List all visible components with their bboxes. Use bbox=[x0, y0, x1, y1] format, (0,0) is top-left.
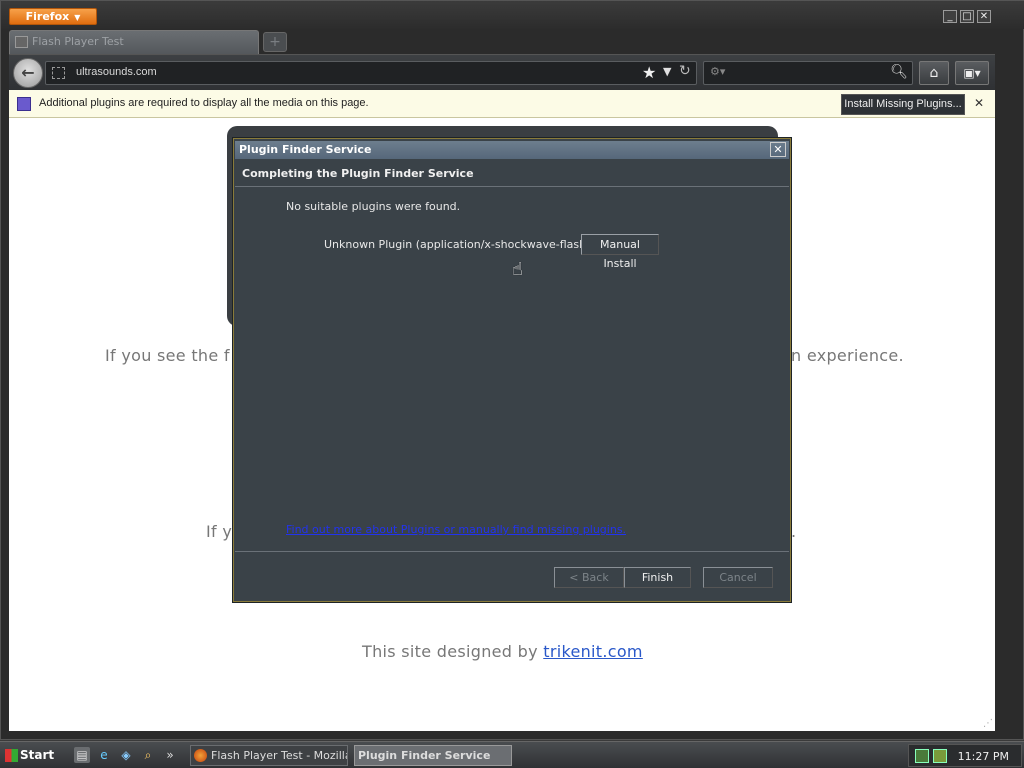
windows-logo-icon bbox=[5, 749, 18, 762]
system-tray: 11:27 PM bbox=[908, 744, 1022, 767]
manual-install-button[interactable]: Manual Install bbox=[581, 234, 659, 270]
taskbar: Start ▤ e ◈ ⌕ » Flash Player Test - Mozi… bbox=[0, 741, 1024, 768]
site-identity-icon[interactable] bbox=[52, 67, 65, 79]
back-arrow-icon: ← bbox=[21, 63, 35, 82]
cancel-button-disabled[interactable]: Cancel bbox=[703, 567, 773, 588]
tab-label: Flash Player Test bbox=[32, 35, 124, 48]
firefox-icon bbox=[194, 749, 207, 762]
reload-icon[interactable]: ↻ bbox=[679, 63, 691, 79]
search-engine-icon[interactable]: ⚙▾ bbox=[710, 65, 725, 78]
home-button[interactable]: ⌂ bbox=[919, 61, 949, 85]
dialog-divider bbox=[235, 551, 789, 552]
title-bar: Firefox ▼ _ □ ✕ bbox=[1, 1, 1024, 29]
show-desktop-icon[interactable]: ▤ bbox=[74, 747, 90, 763]
hand-cursor-icon: ☝ bbox=[512, 259, 523, 280]
new-tab-button[interactable]: + bbox=[263, 32, 287, 52]
page-text-line2-left: If y bbox=[206, 522, 233, 541]
home-icon: ⌂ bbox=[929, 65, 939, 81]
dialog-header: Completing the Plugin Finder Service bbox=[235, 161, 789, 187]
taskbar-item-firefox[interactable]: Flash Player Test - Mozilla... bbox=[190, 745, 348, 766]
tab-flash-player-test[interactable]: Flash Player Test bbox=[9, 30, 259, 54]
maximize-button[interactable]: □ bbox=[960, 10, 974, 23]
clock[interactable]: 11:27 PM bbox=[958, 750, 1009, 763]
minimize-button[interactable]: _ bbox=[943, 10, 957, 23]
dialog-heading: Completing the Plugin Finder Service bbox=[242, 167, 474, 180]
search-icon[interactable]: 🔍︎ bbox=[890, 64, 908, 80]
resize-grip-icon[interactable]: ⋰ bbox=[983, 718, 993, 729]
url-text: ultrasounds.com bbox=[76, 66, 157, 78]
no-plugins-message: No suitable plugins were found. bbox=[286, 200, 461, 213]
search-files-icon[interactable]: ⌕ bbox=[140, 747, 156, 763]
back-button-disabled[interactable]: < Back bbox=[554, 567, 624, 588]
notification-message: Additional plugins are required to displ… bbox=[39, 97, 369, 109]
tray-app-icon[interactable] bbox=[915, 749, 929, 763]
url-bar[interactable]: ultrasounds.com ★ ▼ ↻ bbox=[45, 61, 697, 85]
page-favicon-icon bbox=[15, 36, 28, 48]
close-window-button[interactable]: ✕ bbox=[977, 10, 991, 23]
tab-strip: Flash Player Test + bbox=[9, 30, 995, 54]
search-input[interactable]: ⚙▾ 🔍︎ bbox=[703, 61, 913, 85]
credit-link[interactable]: trikenit.com bbox=[543, 642, 643, 661]
site-credit: This site designed by trikenit.com bbox=[362, 642, 643, 661]
dialog-title-bar[interactable]: Plugin Finder Service ✕ bbox=[235, 141, 789, 159]
back-button[interactable]: ← bbox=[13, 58, 43, 88]
install-missing-plugins-button[interactable]: Install Missing Plugins... bbox=[841, 94, 965, 115]
page-text-line1-right: n experience. bbox=[791, 346, 904, 365]
firefox-menu-button[interactable]: Firefox ▼ bbox=[9, 8, 97, 25]
taskbar-item-plugin-finder[interactable]: Plugin Finder Service bbox=[354, 745, 512, 766]
bookmarks-icon: ▣▾ bbox=[963, 66, 981, 80]
dialog-close-button[interactable]: ✕ bbox=[770, 142, 786, 157]
dialog-title: Plugin Finder Service bbox=[239, 143, 372, 156]
navigation-toolbar: ← ultrasounds.com ★ ▼ ↻ ⚙▾ 🔍︎ ⌂ ▣▾ bbox=[9, 54, 995, 90]
plugin-notification-bar: Additional plugins are required to displ… bbox=[9, 90, 995, 118]
history-dropdown-icon[interactable]: ▼ bbox=[663, 65, 671, 78]
bookmarks-menu-button[interactable]: ▣▾ bbox=[955, 61, 989, 85]
plugin-finder-dialog: Plugin Finder Service ✕ Completing the P… bbox=[233, 138, 791, 602]
credit-prefix: This site designed by bbox=[362, 642, 544, 661]
bookmark-star-icon[interactable]: ★ bbox=[642, 63, 656, 82]
close-notification-icon[interactable]: ✕ bbox=[974, 96, 984, 110]
page-text-line2-right: . bbox=[791, 522, 797, 541]
tray-network-icon[interactable] bbox=[933, 749, 947, 763]
internet-explorer-icon[interactable]: e bbox=[96, 747, 112, 763]
start-label: Start bbox=[20, 748, 55, 762]
firefox-menu-label: Firefox bbox=[25, 10, 70, 23]
taskbar-item-label: Flash Player Test - Mozilla... bbox=[211, 749, 348, 762]
page-text-line1-left: If you see the f bbox=[105, 346, 230, 365]
finish-button[interactable]: Finish bbox=[624, 567, 691, 588]
plugin-icon bbox=[17, 97, 31, 111]
plugin-name: Unknown Plugin (application/x-shockwave-… bbox=[324, 238, 591, 251]
plugins-info-link[interactable]: Find out more about Plugins or manually … bbox=[286, 523, 626, 536]
quick-launch-overflow-icon[interactable]: » bbox=[164, 747, 176, 763]
start-button[interactable]: Start bbox=[2, 745, 58, 766]
chevron-down-icon: ▼ bbox=[74, 13, 81, 22]
quick-launch-app-icon[interactable]: ◈ bbox=[118, 747, 134, 763]
